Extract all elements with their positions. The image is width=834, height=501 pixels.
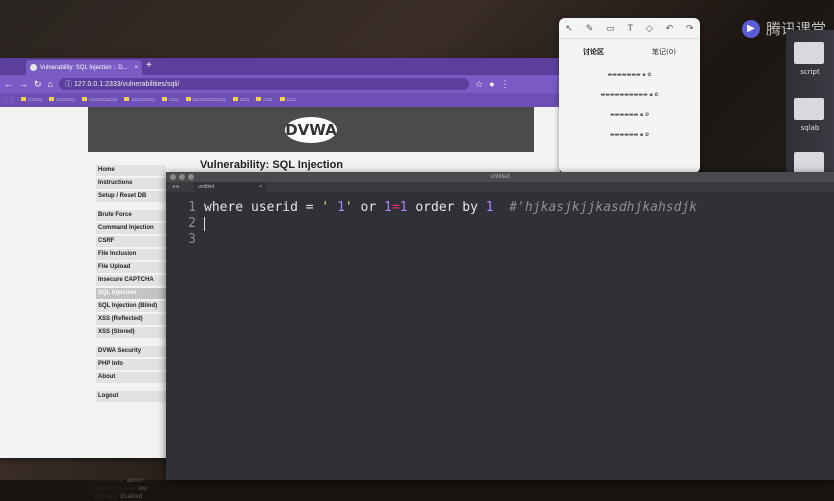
apps-icon[interactable]: ⋮⋮ bbox=[4, 97, 14, 103]
window-title: untitled bbox=[490, 174, 510, 180]
dock-item-label: script bbox=[800, 68, 820, 76]
menu-item[interactable]: SQL Injection (Blind) bbox=[96, 301, 166, 312]
bookmark-item[interactable]: ▭▭ bbox=[232, 97, 249, 103]
menu-icon[interactable]: ⋮ bbox=[501, 79, 510, 90]
back-icon[interactable]: ← bbox=[4, 79, 13, 89]
menu-item[interactable]: File Upload bbox=[96, 262, 166, 273]
code-editor-window: untitled ◂ ▸ untitled × 1 where userid = … bbox=[166, 172, 834, 480]
list-item: ▬▬▬▬▬▬▬ ▪ ✿ bbox=[607, 72, 652, 78]
star-icon[interactable]: ☆ bbox=[475, 79, 483, 90]
editor-tab[interactable]: untitled × bbox=[194, 182, 266, 192]
minimize-window-button[interactable] bbox=[179, 174, 185, 180]
tab-title: Vulnerability: SQL Injection :: D... bbox=[40, 64, 128, 71]
text-cursor bbox=[204, 216, 205, 231]
menu-item[interactable]: CSRF bbox=[96, 236, 166, 247]
menu-item[interactable]: XSS (Stored) bbox=[96, 327, 166, 338]
code-area[interactable]: 1 where userid = ' 1' or 1=1 order by 1 #… bbox=[166, 200, 834, 248]
menu-item[interactable]: Home bbox=[96, 165, 166, 176]
bookmark-item[interactable]: ▭▭▭ bbox=[21, 97, 42, 103]
menu-item[interactable]: Command Injection bbox=[96, 223, 166, 234]
menu-item[interactable]: Insecure CAPTCHA bbox=[96, 275, 166, 286]
code-line: 1 where userid = ' 1' or 1=1 order by 1 #… bbox=[166, 200, 834, 216]
redo-icon[interactable]: ↷ bbox=[686, 23, 694, 34]
close-icon[interactable]: × bbox=[259, 182, 262, 192]
extension-icon[interactable]: ● bbox=[489, 79, 494, 89]
bookmark-item[interactable]: ▭▭▭▭▭▭▭ bbox=[185, 97, 226, 103]
code-line: 3 bbox=[166, 232, 834, 248]
eraser-icon[interactable]: ◇ bbox=[646, 23, 653, 34]
pen-icon[interactable]: ✎ bbox=[586, 23, 594, 34]
message-list: ▬▬▬▬▬▬▬ ▪ ✿ ▬▬▬▬▬▬▬▬▬▬ ▪ ✿ ▬▬▬▬▬▬ ▪ ✿ ▬▬… bbox=[559, 65, 700, 145]
menu-item[interactable]: DVWA Security bbox=[96, 346, 166, 357]
tab-nav-icon[interactable]: ◂ ▸ bbox=[172, 182, 180, 192]
address-bar: ← → ↻ ⌂ ⓘ 127.0.0.1:2333/vulnerabilities… bbox=[0, 75, 560, 93]
reload-icon[interactable]: ↻ bbox=[34, 79, 42, 90]
close-icon[interactable]: × bbox=[134, 65, 138, 71]
menu-item-active[interactable]: SQL Injection bbox=[96, 288, 166, 299]
pointer-icon[interactable]: ↖ bbox=[565, 23, 573, 34]
file-icon[interactable] bbox=[794, 152, 824, 174]
shape-icon[interactable]: ▭ bbox=[606, 23, 615, 34]
url-text: 127.0.0.1:2333/vulnerabilities/sqli/ bbox=[73, 80, 180, 88]
window-controls bbox=[170, 174, 194, 180]
browser-tab[interactable]: Vulnerability: SQL Injection :: D... × bbox=[26, 60, 142, 75]
bookmark-item[interactable]: ▭▭▭▭▭ bbox=[124, 97, 155, 103]
editor-tab-label: untitled bbox=[198, 184, 215, 190]
favicon-icon bbox=[30, 64, 37, 71]
editor-tabbar: ◂ ▸ untitled × bbox=[166, 182, 834, 192]
editor-titlebar: untitled bbox=[166, 172, 834, 182]
maximize-window-button[interactable] bbox=[188, 174, 194, 180]
panel-tabs: 讨论区 笔记(0) bbox=[559, 39, 700, 57]
line-number: 2 bbox=[188, 216, 196, 231]
bookmark-item[interactable]: ▭▭ bbox=[279, 97, 296, 103]
line-number: 1 bbox=[188, 200, 196, 215]
code-line: 2 bbox=[166, 216, 834, 232]
list-item: ▬▬▬▬▬▬ ▪ ✿ bbox=[609, 112, 650, 118]
discussion-panel: ↖ ✎ ▭ T ◇ ↶ ↷ 讨论区 笔记(0) ▬▬▬▬▬▬▬ ▪ ✿ ▬▬▬▬… bbox=[559, 18, 700, 173]
bookmarks-bar: ⋮⋮ ▭▭▭ ▭▭▭▭ ▭▭▭▭▭▭ ▭▭▭▭▭ ▭▭ ▭▭▭▭▭▭▭ ▭▭ ▭… bbox=[0, 93, 560, 107]
file-icon[interactable] bbox=[794, 98, 824, 120]
dvwa-header: DVWA bbox=[88, 107, 534, 152]
tab-notes[interactable]: 笔记(0) bbox=[652, 47, 676, 57]
page-title: Vulnerability: SQL Injection bbox=[200, 159, 344, 171]
dvwa-logo: DVWA bbox=[285, 116, 337, 143]
menu-item[interactable]: About bbox=[96, 372, 166, 383]
line-number: 3 bbox=[188, 232, 196, 247]
menu-item[interactable]: PHP Info bbox=[96, 359, 166, 370]
list-item: ▬▬▬▬▬▬▬▬▬▬ ▪ ✿ bbox=[600, 92, 659, 98]
dvwa-menu: Home Instructions Setup / Reset DB Brute… bbox=[96, 165, 166, 404]
bookmark-item[interactable]: ▭▭ bbox=[256, 97, 273, 103]
list-item: ▬▬▬▬▬▬ ▪ ✿ bbox=[609, 132, 650, 138]
forward-icon[interactable]: → bbox=[19, 79, 28, 89]
new-tab-button[interactable]: + bbox=[146, 60, 152, 71]
menu-item[interactable]: Setup / Reset DB bbox=[96, 191, 166, 202]
menu-item[interactable]: File Inclusion bbox=[96, 249, 166, 260]
menu-item[interactable]: Brute Force bbox=[96, 210, 166, 221]
menu-item[interactable]: XSS (Reflected) bbox=[96, 314, 166, 325]
annotation-toolbar: ↖ ✎ ▭ T ◇ ↶ ↷ bbox=[559, 18, 700, 39]
bookmark-item[interactable]: ▭▭▭▭ bbox=[49, 97, 75, 103]
bookmark-item[interactable]: ▭▭▭▭▭▭ bbox=[82, 97, 117, 103]
menu-item[interactable]: Logout bbox=[96, 391, 166, 402]
undo-icon[interactable]: ↶ bbox=[666, 23, 674, 34]
url-input[interactable]: ⓘ 127.0.0.1:2333/vulnerabilities/sqli/ bbox=[58, 78, 469, 90]
menu-item[interactable]: Instructions bbox=[96, 178, 166, 189]
home-icon[interactable]: ⌂ bbox=[48, 79, 53, 89]
dock-item-label: sqlab bbox=[800, 124, 820, 132]
play-icon: ▶ bbox=[741, 19, 760, 38]
session-info: Username: admin Security Level: low PHPI… bbox=[94, 478, 148, 500]
close-window-button[interactable] bbox=[170, 174, 176, 180]
bookmark-item[interactable]: ▭▭ bbox=[162, 97, 179, 103]
tab-discussion[interactable]: 讨论区 bbox=[583, 47, 604, 57]
tab-bar: Vulnerability: SQL Injection :: D... × + bbox=[0, 58, 560, 75]
file-icon[interactable] bbox=[794, 42, 824, 64]
info-icon: ⓘ bbox=[64, 81, 74, 88]
text-icon[interactable]: T bbox=[628, 23, 634, 33]
